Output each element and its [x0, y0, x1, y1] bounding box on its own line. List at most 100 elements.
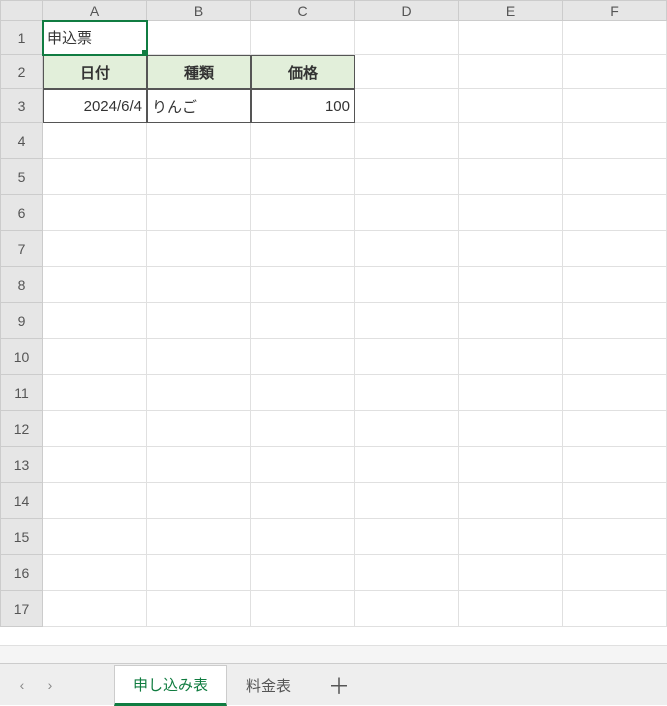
- cell-D17[interactable]: [355, 591, 459, 627]
- cell-B14[interactable]: [147, 483, 251, 519]
- sheet-tab[interactable]: 料金表: [227, 666, 310, 705]
- cell-A15[interactable]: [43, 519, 147, 555]
- cell-A8[interactable]: [43, 267, 147, 303]
- cell-C16[interactable]: [251, 555, 355, 591]
- cell-D8[interactable]: [355, 267, 459, 303]
- cell-F14[interactable]: [563, 483, 667, 519]
- cell-F11[interactable]: [563, 375, 667, 411]
- cell-F13[interactable]: [563, 447, 667, 483]
- cell-B2[interactable]: 種類: [147, 55, 251, 89]
- cell-D3[interactable]: [355, 89, 459, 123]
- cell-E12[interactable]: [459, 411, 563, 447]
- cell-C13[interactable]: [251, 447, 355, 483]
- cell-D1[interactable]: [355, 21, 459, 55]
- cell-E1[interactable]: [459, 21, 563, 55]
- row-header[interactable]: 1: [1, 21, 43, 55]
- cell-B8[interactable]: [147, 267, 251, 303]
- cell-E6[interactable]: [459, 195, 563, 231]
- cell-A5[interactable]: [43, 159, 147, 195]
- cell-C14[interactable]: [251, 483, 355, 519]
- cell-C3[interactable]: 100: [251, 89, 355, 123]
- cell-A6[interactable]: [43, 195, 147, 231]
- cell-B4[interactable]: [147, 123, 251, 159]
- cell-A4[interactable]: [43, 123, 147, 159]
- row-header[interactable]: 3: [1, 89, 43, 123]
- cell-E16[interactable]: [459, 555, 563, 591]
- cell-C9[interactable]: [251, 303, 355, 339]
- cell-C1[interactable]: [251, 21, 355, 55]
- cell-C5[interactable]: [251, 159, 355, 195]
- row-header[interactable]: 9: [1, 303, 43, 339]
- cell-A2[interactable]: 日付: [43, 55, 147, 89]
- cell-D13[interactable]: [355, 447, 459, 483]
- cell-F9[interactable]: [563, 303, 667, 339]
- sheet-tab[interactable]: 申し込み表: [114, 665, 227, 706]
- cell-E10[interactable]: [459, 339, 563, 375]
- cell-E13[interactable]: [459, 447, 563, 483]
- column-header[interactable]: B: [147, 1, 251, 21]
- cell-E2[interactable]: [459, 55, 563, 89]
- row-header[interactable]: 5: [1, 159, 43, 195]
- row-header[interactable]: 4: [1, 123, 43, 159]
- cell-B6[interactable]: [147, 195, 251, 231]
- column-header[interactable]: C: [251, 1, 355, 21]
- cell-B11[interactable]: [147, 375, 251, 411]
- cell-C8[interactable]: [251, 267, 355, 303]
- cell-A14[interactable]: [43, 483, 147, 519]
- cell-E11[interactable]: [459, 375, 563, 411]
- row-header[interactable]: 14: [1, 483, 43, 519]
- cell-A11[interactable]: [43, 375, 147, 411]
- row-header[interactable]: 7: [1, 231, 43, 267]
- row-header[interactable]: 10: [1, 339, 43, 375]
- cell-B7[interactable]: [147, 231, 251, 267]
- cell-F5[interactable]: [563, 159, 667, 195]
- column-header[interactable]: E: [459, 1, 563, 21]
- cell-F17[interactable]: [563, 591, 667, 627]
- cell-C10[interactable]: [251, 339, 355, 375]
- cell-A17[interactable]: [43, 591, 147, 627]
- cell-D14[interactable]: [355, 483, 459, 519]
- column-header[interactable]: D: [355, 1, 459, 21]
- cell-B12[interactable]: [147, 411, 251, 447]
- column-header[interactable]: A: [43, 1, 147, 21]
- row-header[interactable]: 13: [1, 447, 43, 483]
- cell-E5[interactable]: [459, 159, 563, 195]
- cell-B13[interactable]: [147, 447, 251, 483]
- cell-B1[interactable]: [147, 21, 251, 55]
- next-sheet-arrow-icon[interactable]: ›: [36, 671, 64, 699]
- cell-C11[interactable]: [251, 375, 355, 411]
- cell-A16[interactable]: [43, 555, 147, 591]
- row-header[interactable]: 15: [1, 519, 43, 555]
- cell-E8[interactable]: [459, 267, 563, 303]
- cell-B15[interactable]: [147, 519, 251, 555]
- cell-F8[interactable]: [563, 267, 667, 303]
- cell-B9[interactable]: [147, 303, 251, 339]
- cell-F4[interactable]: [563, 123, 667, 159]
- cell-C12[interactable]: [251, 411, 355, 447]
- cell-C7[interactable]: [251, 231, 355, 267]
- add-sheet-button[interactable]: ＋: [322, 668, 356, 702]
- cell-B3[interactable]: りんご: [147, 89, 251, 123]
- cell-C2[interactable]: 価格: [251, 55, 355, 89]
- cell-D6[interactable]: [355, 195, 459, 231]
- cell-D5[interactable]: [355, 159, 459, 195]
- column-header[interactable]: F: [563, 1, 667, 21]
- cell-E14[interactable]: [459, 483, 563, 519]
- cell-A7[interactable]: [43, 231, 147, 267]
- cell-D16[interactable]: [355, 555, 459, 591]
- cell-B17[interactable]: [147, 591, 251, 627]
- select-all-corner[interactable]: [1, 1, 43, 21]
- cell-F6[interactable]: [563, 195, 667, 231]
- cell-D15[interactable]: [355, 519, 459, 555]
- cell-E17[interactable]: [459, 591, 563, 627]
- row-header[interactable]: 8: [1, 267, 43, 303]
- cell-D11[interactable]: [355, 375, 459, 411]
- spreadsheet-grid[interactable]: ABCDEF1申込票2日付種類価格32024/6/4りんご10045678910…: [0, 0, 667, 627]
- cell-A9[interactable]: [43, 303, 147, 339]
- row-header[interactable]: 11: [1, 375, 43, 411]
- cell-B5[interactable]: [147, 159, 251, 195]
- row-header[interactable]: 12: [1, 411, 43, 447]
- cell-F15[interactable]: [563, 519, 667, 555]
- cell-F2[interactable]: [563, 55, 667, 89]
- row-header[interactable]: 6: [1, 195, 43, 231]
